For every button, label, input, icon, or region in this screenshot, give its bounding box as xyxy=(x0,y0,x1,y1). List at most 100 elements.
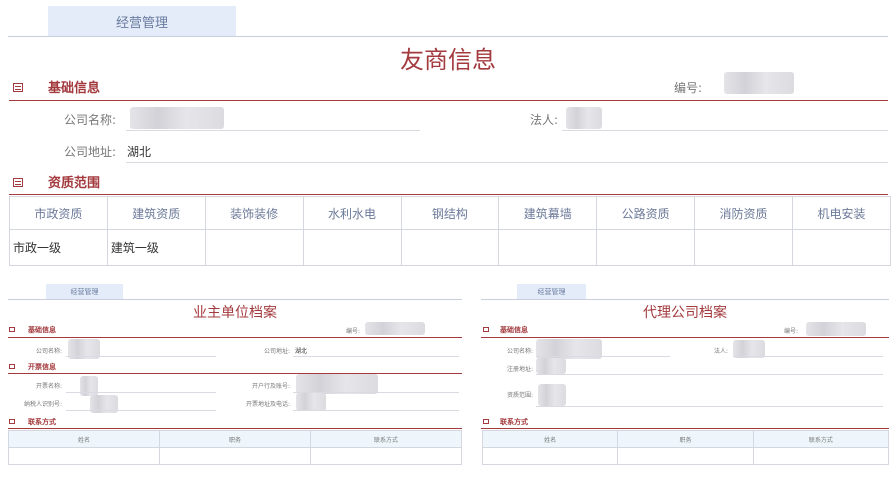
header-cell: 钢结构 xyxy=(400,196,500,230)
section-divider-qualification xyxy=(9,194,888,195)
owner-tab-business-management[interactable]: 经营管理 xyxy=(46,284,123,299)
value-cell[interactable] xyxy=(302,229,402,266)
value-cell[interactable] xyxy=(752,447,890,465)
number-label: 编号: xyxy=(673,81,702,95)
header-cell: 职务 xyxy=(617,430,754,448)
tab-business-management[interactable]: 经营管理 xyxy=(48,6,236,36)
company-name-value-redacted[interactable] xyxy=(130,107,224,129)
page-title: 友商信息 xyxy=(400,46,496,74)
value-cell[interactable] xyxy=(310,447,462,465)
owner-bank-redacted[interactable] xyxy=(296,374,378,394)
agent-tab-business-management[interactable]: 经营管理 xyxy=(517,284,586,299)
owner-company-name-label: 公司名称: xyxy=(35,348,62,355)
tab-bar-divider xyxy=(8,36,888,37)
legal-underline xyxy=(562,130,888,131)
agent-contact-header-row: 姓名 职务 联系方式 xyxy=(481,430,890,448)
owner-contact-table: 姓名 职务 联系方式 xyxy=(8,430,462,465)
company-address-label: 公司地址: xyxy=(63,145,116,159)
value-cell[interactable] xyxy=(400,229,500,266)
owner-invoice-address-redacted[interactable] xyxy=(296,393,326,411)
qualification-header-row: 市政资质 建筑资质 装饰装修 水利水电 钢结构 建筑幕墙 公路资质 消防资质 机… xyxy=(9,196,891,230)
header-cell: 公路资质 xyxy=(596,196,696,230)
owner-invoice-name-label: 开票名称: xyxy=(35,383,62,390)
owner-divider-invoice xyxy=(8,373,462,374)
header-cell: 建筑资质 xyxy=(106,196,206,230)
value-cell[interactable] xyxy=(596,229,696,266)
agent-tab-divider xyxy=(481,299,889,300)
owner-taxpayer-underline xyxy=(66,410,216,411)
header-cell: 联系方式 xyxy=(752,430,890,448)
agent-contact-table: 姓名 职务 联系方式 xyxy=(481,430,890,465)
list-icon xyxy=(483,327,489,332)
agent-company-name-label: 公司名称: xyxy=(506,348,533,355)
header-cell: 联系方式 xyxy=(310,430,462,448)
value-cell[interactable] xyxy=(8,447,160,465)
legal-value-redacted[interactable] xyxy=(566,107,602,129)
list-icon xyxy=(483,419,489,424)
agent-divider-basic xyxy=(481,337,889,338)
agent-company-name-underline xyxy=(536,356,670,357)
company-address-underline xyxy=(126,162,888,163)
agent-qualification-label: 资质范围: xyxy=(506,392,533,399)
agent-reg-address-label: 注册地址: xyxy=(506,366,533,373)
agent-reg-address-redacted[interactable] xyxy=(536,358,566,374)
owner-invoice-address-underline xyxy=(293,410,459,411)
owner-section-contact: 联系方式 xyxy=(28,418,56,426)
header-cell: 市政资质 xyxy=(9,196,108,230)
header-cell: 消防资质 xyxy=(694,196,793,230)
value-cell[interactable]: 市政一级 xyxy=(9,229,108,266)
owner-section-invoice: 开票信息 xyxy=(28,363,56,371)
agent-section-basic: 基础信息 xyxy=(500,326,528,334)
agent-legal-underline xyxy=(733,356,883,357)
owner-taxpayer-label: 纳税人识别号: xyxy=(23,401,62,408)
owner-company-address-value[interactable]: 湖北 xyxy=(295,346,307,355)
agent-reg-address-underline xyxy=(536,374,883,375)
owner-invoice-name-redacted[interactable] xyxy=(80,376,98,396)
owner-company-address-label: 公司地址: xyxy=(263,348,290,355)
value-cell[interactable] xyxy=(204,229,304,266)
header-cell: 姓名 xyxy=(8,430,160,448)
company-name-label: 公司名称: xyxy=(63,113,116,127)
owner-divider-basic xyxy=(8,337,462,338)
owner-tab-divider xyxy=(8,299,462,300)
legal-label: 法人: xyxy=(529,113,558,127)
value-cell[interactable] xyxy=(792,229,891,266)
number-value-redacted xyxy=(724,72,794,94)
agent-qualification-underline xyxy=(536,406,883,407)
header-cell: 姓名 xyxy=(481,430,619,448)
agent-section-contact: 联系方式 xyxy=(500,418,528,426)
company-name-underline xyxy=(126,130,420,131)
agent-archive-title: 代理公司档案 xyxy=(643,305,727,321)
agent-qualification-redacted[interactable] xyxy=(538,384,566,406)
header-cell: 装饰装修 xyxy=(204,196,304,230)
owner-invoice-name-underline xyxy=(66,392,216,393)
owner-archive-title: 业主单位档案 xyxy=(193,305,277,321)
value-cell[interactable] xyxy=(481,447,619,465)
owner-divider-contact xyxy=(8,428,462,429)
owner-contact-row xyxy=(8,447,462,465)
header-cell: 建筑幕墙 xyxy=(498,196,598,230)
agent-number-redacted xyxy=(806,322,866,336)
list-icon xyxy=(9,327,15,332)
owner-company-address-underline xyxy=(293,356,459,357)
company-address-value[interactable]: 湖北 xyxy=(127,143,151,160)
agent-divider-contact xyxy=(481,428,889,429)
value-cell[interactable] xyxy=(159,447,311,465)
header-cell: 水利水电 xyxy=(302,196,402,230)
value-cell[interactable] xyxy=(617,447,754,465)
owner-bank-label: 开户行及账号: xyxy=(251,383,290,390)
list-icon xyxy=(9,419,15,424)
owner-section-basic: 基础信息 xyxy=(28,326,56,334)
owner-contact-header-row: 姓名 职务 联系方式 xyxy=(8,430,462,448)
agent-contact-row xyxy=(481,447,890,465)
owner-invoice-address-label: 开票地址及电话: xyxy=(245,401,290,408)
section-divider-basic xyxy=(9,100,888,101)
value-cell[interactable] xyxy=(498,229,598,266)
section-title-qualification: 资质范围 xyxy=(48,176,101,191)
owner-number-label: 编号: xyxy=(345,328,360,335)
agent-number-label: 编号: xyxy=(783,328,798,335)
header-cell: 机电安装 xyxy=(792,196,891,230)
value-cell[interactable]: 建筑一级 xyxy=(106,229,206,266)
list-icon xyxy=(13,83,23,92)
value-cell[interactable] xyxy=(694,229,793,266)
